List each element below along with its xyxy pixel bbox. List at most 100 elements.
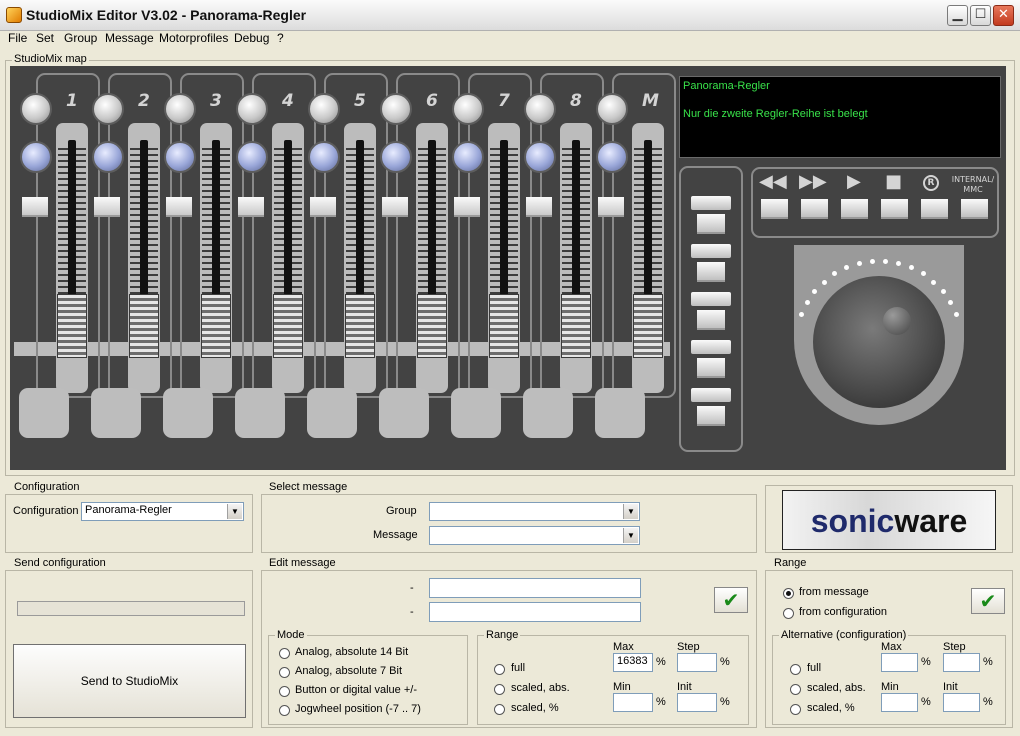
mode-radio-4[interactable] <box>279 705 290 716</box>
internal-mmc-button[interactable] <box>961 199 988 219</box>
side-button-10[interactable] <box>697 406 725 426</box>
mode-radio-1[interactable] <box>279 648 290 659</box>
range-radio-scaled-pct[interactable] <box>494 704 505 715</box>
step-input[interactable] <box>677 653 717 672</box>
range-radio-full[interactable] <box>494 664 505 675</box>
alt-max-input[interactable] <box>881 653 918 672</box>
chevron-down-icon[interactable]: ▼ <box>623 504 638 519</box>
mute-button-6[interactable] <box>382 197 408 217</box>
mute-button-5[interactable] <box>310 197 336 217</box>
channel-pad-3[interactable] <box>163 388 213 438</box>
send-to-studiomix-button[interactable]: Send to StudioMix <box>13 644 246 718</box>
edit-row1-input[interactable] <box>429 578 641 598</box>
chevron-down-icon[interactable]: ▼ <box>227 504 242 519</box>
message-select[interactable]: ▼ <box>429 526 640 545</box>
pan-knob-5[interactable] <box>308 141 340 173</box>
fast-forward-button[interactable] <box>801 199 828 219</box>
pan-knob-1[interactable] <box>20 141 52 173</box>
select-button-1[interactable] <box>20 93 52 125</box>
select-button-4[interactable] <box>236 93 268 125</box>
select-button-7[interactable] <box>452 93 484 125</box>
range-from-message-radio[interactable] <box>783 588 794 599</box>
maximize-button[interactable]: ☐ <box>970 5 991 26</box>
mute-button-7[interactable] <box>454 197 480 217</box>
channel-pad-1[interactable] <box>19 388 69 438</box>
alt-step-input[interactable] <box>943 653 980 672</box>
side-button-1[interactable] <box>691 196 731 210</box>
menu-file[interactable]: File <box>8 31 27 45</box>
menu-group[interactable]: Group <box>64 31 97 45</box>
jog-wheel[interactable] <box>813 276 945 408</box>
max-input[interactable]: 16383 <box>613 653 653 672</box>
pan-knob-3[interactable] <box>164 141 196 173</box>
fader-knob-4[interactable] <box>273 294 303 358</box>
pan-knob-4[interactable] <box>236 141 268 173</box>
mute-button-9[interactable] <box>598 197 624 217</box>
menu-help[interactable]: ? <box>277 31 284 45</box>
close-button[interactable]: ✕ <box>993 5 1014 26</box>
side-button-4[interactable] <box>697 262 725 282</box>
fader-knob-5[interactable] <box>345 294 375 358</box>
menu-debug[interactable]: Debug <box>234 31 269 45</box>
menu-set[interactable]: Set <box>36 31 54 45</box>
fader-knob-8[interactable] <box>561 294 591 358</box>
pan-knob-2[interactable] <box>92 141 124 173</box>
edit-apply-button[interactable]: ✔ <box>714 587 748 613</box>
minimize-button[interactable]: ▁ <box>947 5 968 26</box>
mute-button-8[interactable] <box>526 197 552 217</box>
fader-knob-9[interactable] <box>633 294 663 358</box>
select-button-2[interactable] <box>92 93 124 125</box>
record-button[interactable] <box>921 199 948 219</box>
stop-button[interactable] <box>881 199 908 219</box>
channel-pad-2[interactable] <box>91 388 141 438</box>
alt-init-input[interactable] <box>943 693 980 712</box>
menu-motorprofiles[interactable]: Motorprofiles <box>159 31 228 45</box>
fader-knob-7[interactable] <box>489 294 519 358</box>
side-button-2[interactable] <box>697 214 725 234</box>
select-button-6[interactable] <box>380 93 412 125</box>
min-input[interactable] <box>613 693 653 712</box>
select-button-8[interactable] <box>524 93 556 125</box>
range-from-configuration-radio[interactable] <box>783 608 794 619</box>
mode-radio-2[interactable] <box>279 667 290 678</box>
group-select[interactable]: ▼ <box>429 502 640 521</box>
range-radio-scaled-abs[interactable] <box>494 684 505 695</box>
side-button-9[interactable] <box>691 388 731 402</box>
fader-knob-2[interactable] <box>129 294 159 358</box>
pan-knob-7[interactable] <box>452 141 484 173</box>
side-button-8[interactable] <box>697 358 725 378</box>
fader-knob-6[interactable] <box>417 294 447 358</box>
channel-pad-7[interactable] <box>451 388 501 438</box>
play-button[interactable] <box>841 199 868 219</box>
range-apply-button[interactable]: ✔ <box>971 588 1005 614</box>
side-button-5[interactable] <box>691 292 731 306</box>
mute-button-4[interactable] <box>238 197 264 217</box>
select-button-5[interactable] <box>308 93 340 125</box>
side-button-7[interactable] <box>691 340 731 354</box>
select-button-9[interactable] <box>596 93 628 125</box>
alt-radio-scaled-pct[interactable] <box>790 704 801 715</box>
configuration-select[interactable]: Panorama-Regler ▼ <box>81 502 244 521</box>
side-button-6[interactable] <box>697 310 725 330</box>
channel-pad-4[interactable] <box>235 388 285 438</box>
fader-knob-3[interactable] <box>201 294 231 358</box>
pan-knob-9[interactable] <box>596 141 628 173</box>
pan-knob-6[interactable] <box>380 141 412 173</box>
side-button-3[interactable] <box>691 244 731 258</box>
select-button-3[interactable] <box>164 93 196 125</box>
alt-radio-full[interactable] <box>790 664 801 675</box>
rewind-button[interactable] <box>761 199 788 219</box>
app-icon[interactable] <box>6 7 22 23</box>
channel-pad-6[interactable] <box>379 388 429 438</box>
alt-radio-scaled-abs[interactable] <box>790 684 801 695</box>
mute-button-3[interactable] <box>166 197 192 217</box>
alt-min-input[interactable] <box>881 693 918 712</box>
channel-pad-9[interactable] <box>595 388 645 438</box>
chevron-down-icon[interactable]: ▼ <box>623 528 638 543</box>
edit-row2-input[interactable] <box>429 602 641 622</box>
init-input[interactable] <box>677 693 717 712</box>
mute-button-1[interactable] <box>22 197 48 217</box>
mute-button-2[interactable] <box>94 197 120 217</box>
pan-knob-8[interactable] <box>524 141 556 173</box>
channel-pad-8[interactable] <box>523 388 573 438</box>
